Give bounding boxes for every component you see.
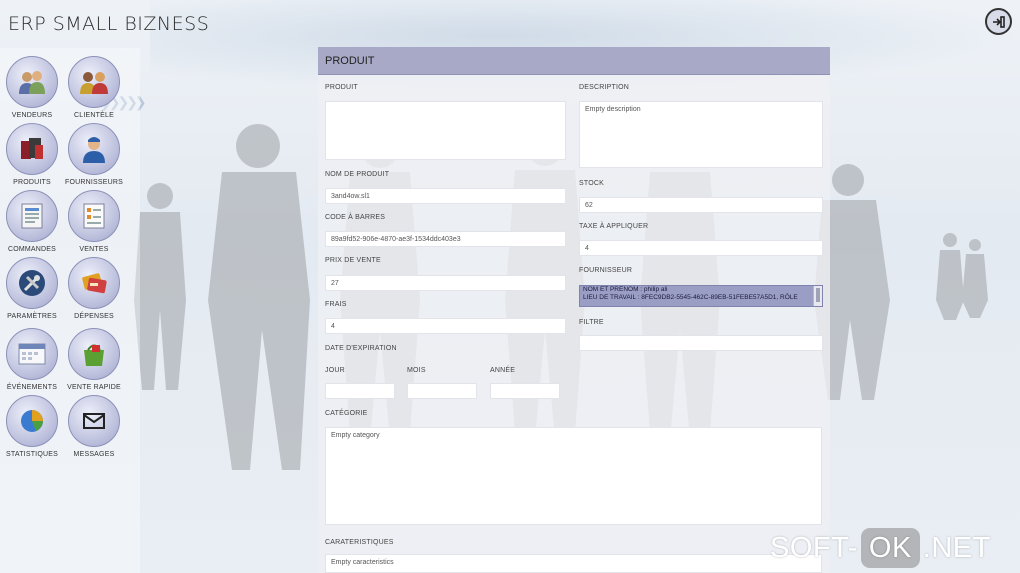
taxe-label: TAXE À APPLIQUER — [579, 223, 649, 230]
nav-item-ventes[interactable]: VENTES — [62, 190, 126, 256]
produit-label: PRODUIT — [325, 84, 358, 91]
mail-icon — [68, 395, 120, 447]
nav-item-fournisseurs[interactable]: FOURNISSEURS — [62, 123, 126, 189]
filtre-label: FILTRE — [579, 319, 604, 326]
nom-de-produit-label: NOM DE PRODUIT — [325, 171, 390, 178]
nav-label: PARAMÈTRES — [7, 313, 57, 320]
frais-label: FRAIS — [325, 301, 347, 308]
categorie-label: CATÉGORIE — [325, 410, 368, 417]
nav-item-vente-rapide[interactable]: VENTE RAPIDE — [62, 328, 126, 394]
nav-label: DÉPENSES — [74, 313, 114, 320]
form-header: PRODUIT — [318, 47, 830, 75]
customers-icon — [68, 56, 120, 108]
frais-field[interactable]: 4 — [325, 318, 566, 334]
filtre-field[interactable] — [579, 335, 823, 351]
product-form-panel: PRODUIT PRODUIT NOM DE PRODUIT 3and4ow.s… — [318, 47, 830, 573]
code-a-barres-field[interactable]: 89a9fd52-906e-4870-ae3f-1534ddc403e3 — [325, 231, 566, 247]
supplier-icon — [68, 123, 120, 175]
nav-label: ÉVÉNEMENTS — [6, 384, 58, 391]
nav-label: VENTE RAPIDE — [67, 384, 121, 391]
expenses-icon — [68, 257, 120, 309]
produit-field[interactable] — [325, 101, 566, 160]
nav-label: COMMANDES — [7, 246, 57, 253]
nav-label: VENDEURS — [11, 112, 53, 119]
nav-label: FOURNISSEURS — [64, 179, 124, 186]
fournisseur-label: FOURNISSEUR — [579, 267, 633, 274]
settings-icon — [6, 257, 58, 309]
exit-icon — [992, 15, 1005, 28]
categorie-field[interactable]: Empty category — [325, 427, 822, 525]
nav-item-produits[interactable]: PRODUITS — [0, 123, 64, 189]
jour-label: JOUR — [325, 367, 345, 374]
stock-label: STOCK — [579, 180, 604, 187]
nav-label: CLIENTÈLE — [74, 112, 114, 119]
people-icon — [6, 56, 58, 108]
caracteristiques-field[interactable]: Empty caracteristics — [325, 554, 822, 573]
nav-item-depenses[interactable]: DÉPENSES — [62, 257, 126, 323]
scrollbar-thumb[interactable] — [816, 288, 820, 302]
pie-chart-icon — [6, 395, 58, 447]
form-title: PRODUIT — [325, 55, 375, 67]
nav-item-statistiques[interactable]: STATISTIQUES — [0, 395, 64, 461]
taxe-field[interactable]: 4 — [579, 240, 823, 256]
nav-item-commandes[interactable]: COMMANDES — [0, 190, 64, 256]
description-field[interactable]: Empty description — [579, 101, 823, 168]
listbox-scrollbar[interactable] — [813, 286, 822, 306]
date-expiration-label: DATE D'EXPIRATION — [325, 345, 397, 352]
caracteristiques-label: CARATERISTIQUES — [325, 539, 394, 546]
mois-field[interactable] — [407, 383, 477, 399]
prix-de-vente-label: PRIX DE VENTE — [325, 257, 381, 264]
nav-item-messages[interactable]: MESSAGES — [62, 395, 126, 461]
fournisseur-nom[interactable]: NOM ET PRÉNOM : philip ali — [580, 286, 822, 294]
nom-de-produit-field[interactable]: 3and4ow.sl1 — [325, 188, 566, 204]
jour-field[interactable] — [325, 383, 395, 399]
orders-icon — [6, 190, 58, 242]
nav-item-parametres[interactable]: PARAMÈTRES — [0, 257, 64, 323]
nav-item-evenements[interactable]: ÉVÉNEMENTS — [0, 328, 64, 394]
nav-item-vendeurs[interactable]: VENDEURS — [0, 56, 64, 122]
annee-field[interactable] — [490, 383, 560, 399]
annee-label: ANNÉE — [490, 367, 516, 374]
nav-item-clientele[interactable]: CLIENTÈLE — [62, 56, 126, 122]
watermark: SOFT- OK .NET — [770, 528, 991, 568]
products-icon — [6, 123, 58, 175]
watermark-ok: OK — [860, 528, 920, 568]
exit-button[interactable] — [985, 8, 1012, 35]
watermark-right: .NET — [922, 531, 991, 564]
code-a-barres-label: CODE À BARRES — [325, 214, 386, 221]
app-title: ERP SMALL BIZNESS — [8, 13, 210, 35]
fournisseur-listbox[interactable]: NOM ET PRÉNOM : philip ali LIEU DE TRAVA… — [579, 285, 823, 307]
description-label: DESCRIPTION — [579, 84, 630, 91]
prix-de-vente-field[interactable]: 27 — [325, 275, 566, 291]
sales-icon — [68, 190, 120, 242]
stock-field[interactable]: 62 — [579, 197, 823, 213]
mois-label: MOIS — [407, 367, 426, 374]
watermark-left: SOFT- — [770, 531, 858, 564]
quick-sale-icon — [68, 328, 120, 380]
calendar-icon — [6, 328, 58, 380]
nav-label: MESSAGES — [73, 451, 115, 458]
nav-label: VENTES — [79, 246, 109, 253]
nav-label: STATISTIQUES — [6, 451, 58, 458]
fournisseur-lieu[interactable]: LIEU DE TRAVAIL : 8FEC9DB2-5545-462C-89E… — [580, 294, 822, 302]
nav-label: PRODUITS — [13, 179, 51, 186]
